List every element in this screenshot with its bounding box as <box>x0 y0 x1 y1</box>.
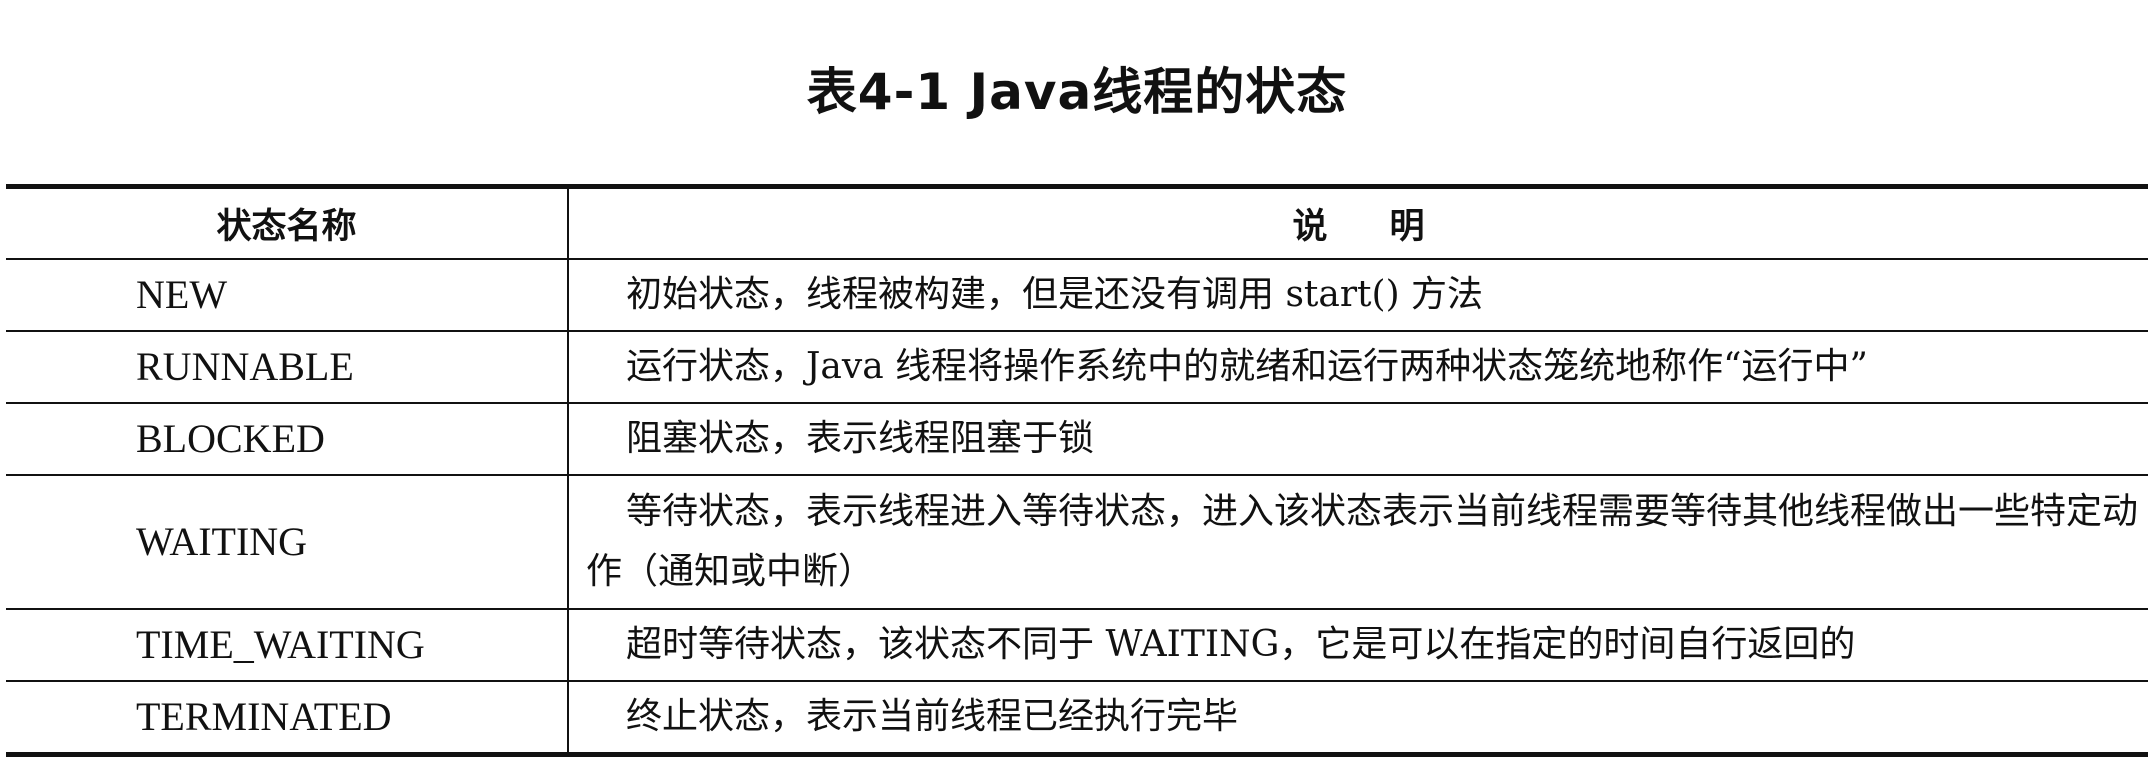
state-name-cell: NEW <box>6 259 569 332</box>
header-state-name: 状态名称 <box>6 186 569 260</box>
table-caption: 表4-1 Java线程的状态 <box>806 63 1348 121</box>
state-name-cell: WAITING <box>6 475 569 610</box>
state-name-cell: TIME_WAITING <box>6 609 569 682</box>
state-name-cell: RUNNABLE <box>6 331 569 404</box>
table-header-row: 状态名称 说明 <box>6 186 2148 260</box>
table-row: NEW 初始状态，线程被构建，但是还没有调用 start() 方法 <box>6 259 2148 332</box>
state-description-cell: 等待状态，表示线程进入等待状态，进入该状态表示当前线程需要等待其他线程做出一些特… <box>568 475 2148 610</box>
header-description: 说明 <box>568 186 2148 260</box>
thread-state-table-container: 状态名称 说明 NEW 初始状态，线程被构建，但是还没有调用 start() 方… <box>6 184 2148 757</box>
table-row: TERMINATED 终止状态，表示当前线程已经执行完毕 <box>6 681 2148 755</box>
header-description-label: 说明 <box>1292 207 1487 247</box>
table-row: RUNNABLE 运行状态，Java 线程将操作系统中的就绪和运行两种状态笼统地… <box>6 331 2148 404</box>
state-name-cell: TERMINATED <box>6 681 569 755</box>
state-description-cell: 运行状态，Java 线程将操作系统中的就绪和运行两种状态笼统地称作“运行中” <box>568 331 2148 404</box>
table-row: TIME_WAITING 超时等待状态，该状态不同于 WAITING，它是可以在… <box>6 609 2148 682</box>
state-description-cell: 终止状态，表示当前线程已经执行完毕 <box>626 696 1239 737</box>
thread-state-table: 状态名称 说明 NEW 初始状态，线程被构建，但是还没有调用 start() 方… <box>6 184 2148 757</box>
state-description-cell: 超时等待状态，该状态不同于 WAITING，它是可以在指定的时间自行返回的 <box>568 609 2148 682</box>
table-row: WAITING 等待状态，表示线程进入等待状态，进入该状态表示当前线程需要等待其… <box>6 475 2148 610</box>
state-description-cell: 阻塞状态，表示线程阻塞于锁 <box>568 403 2148 476</box>
state-name-cell: BLOCKED <box>6 403 569 476</box>
state-description-cell: 初始状态，线程被构建，但是还没有调用 start() 方法 <box>568 259 2148 332</box>
table-row: BLOCKED 阻塞状态，表示线程阻塞于锁 <box>6 403 2148 476</box>
